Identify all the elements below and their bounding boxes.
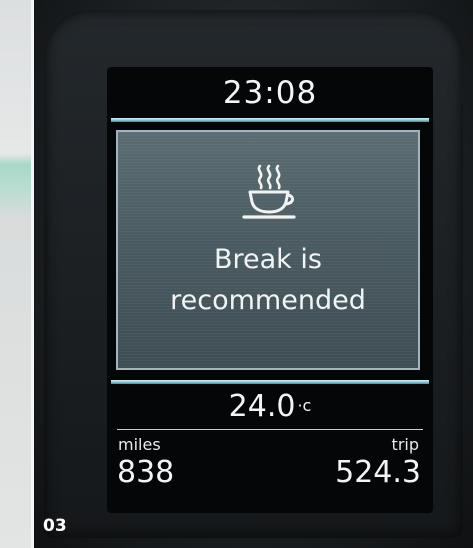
bottom-divider xyxy=(111,380,429,384)
clock-time: 23:08 xyxy=(222,75,318,111)
cluster-display: 23:08 Break is recommended 24.0 ·c miles … xyxy=(107,67,433,513)
break-alert-panel: Break is recommended xyxy=(116,130,420,370)
trip-label: trip xyxy=(391,435,419,454)
background-left-strip xyxy=(0,0,34,548)
coffee-cup-icon xyxy=(242,164,296,219)
figure-number: 03 xyxy=(43,516,67,536)
trip-value: 524.3 xyxy=(335,455,421,490)
alert-message-line2: recommended xyxy=(170,285,366,316)
alert-message-line1: Break is xyxy=(214,244,322,275)
temperature-value: 24.0 xyxy=(228,389,296,424)
outside-temperature: 24.0 ·c xyxy=(107,389,433,424)
readout-separator xyxy=(117,429,423,430)
odometer-value: 838 xyxy=(117,455,175,490)
temperature-unit: ·c xyxy=(297,396,312,415)
top-divider xyxy=(111,118,429,122)
odometer-label: miles xyxy=(118,435,161,454)
